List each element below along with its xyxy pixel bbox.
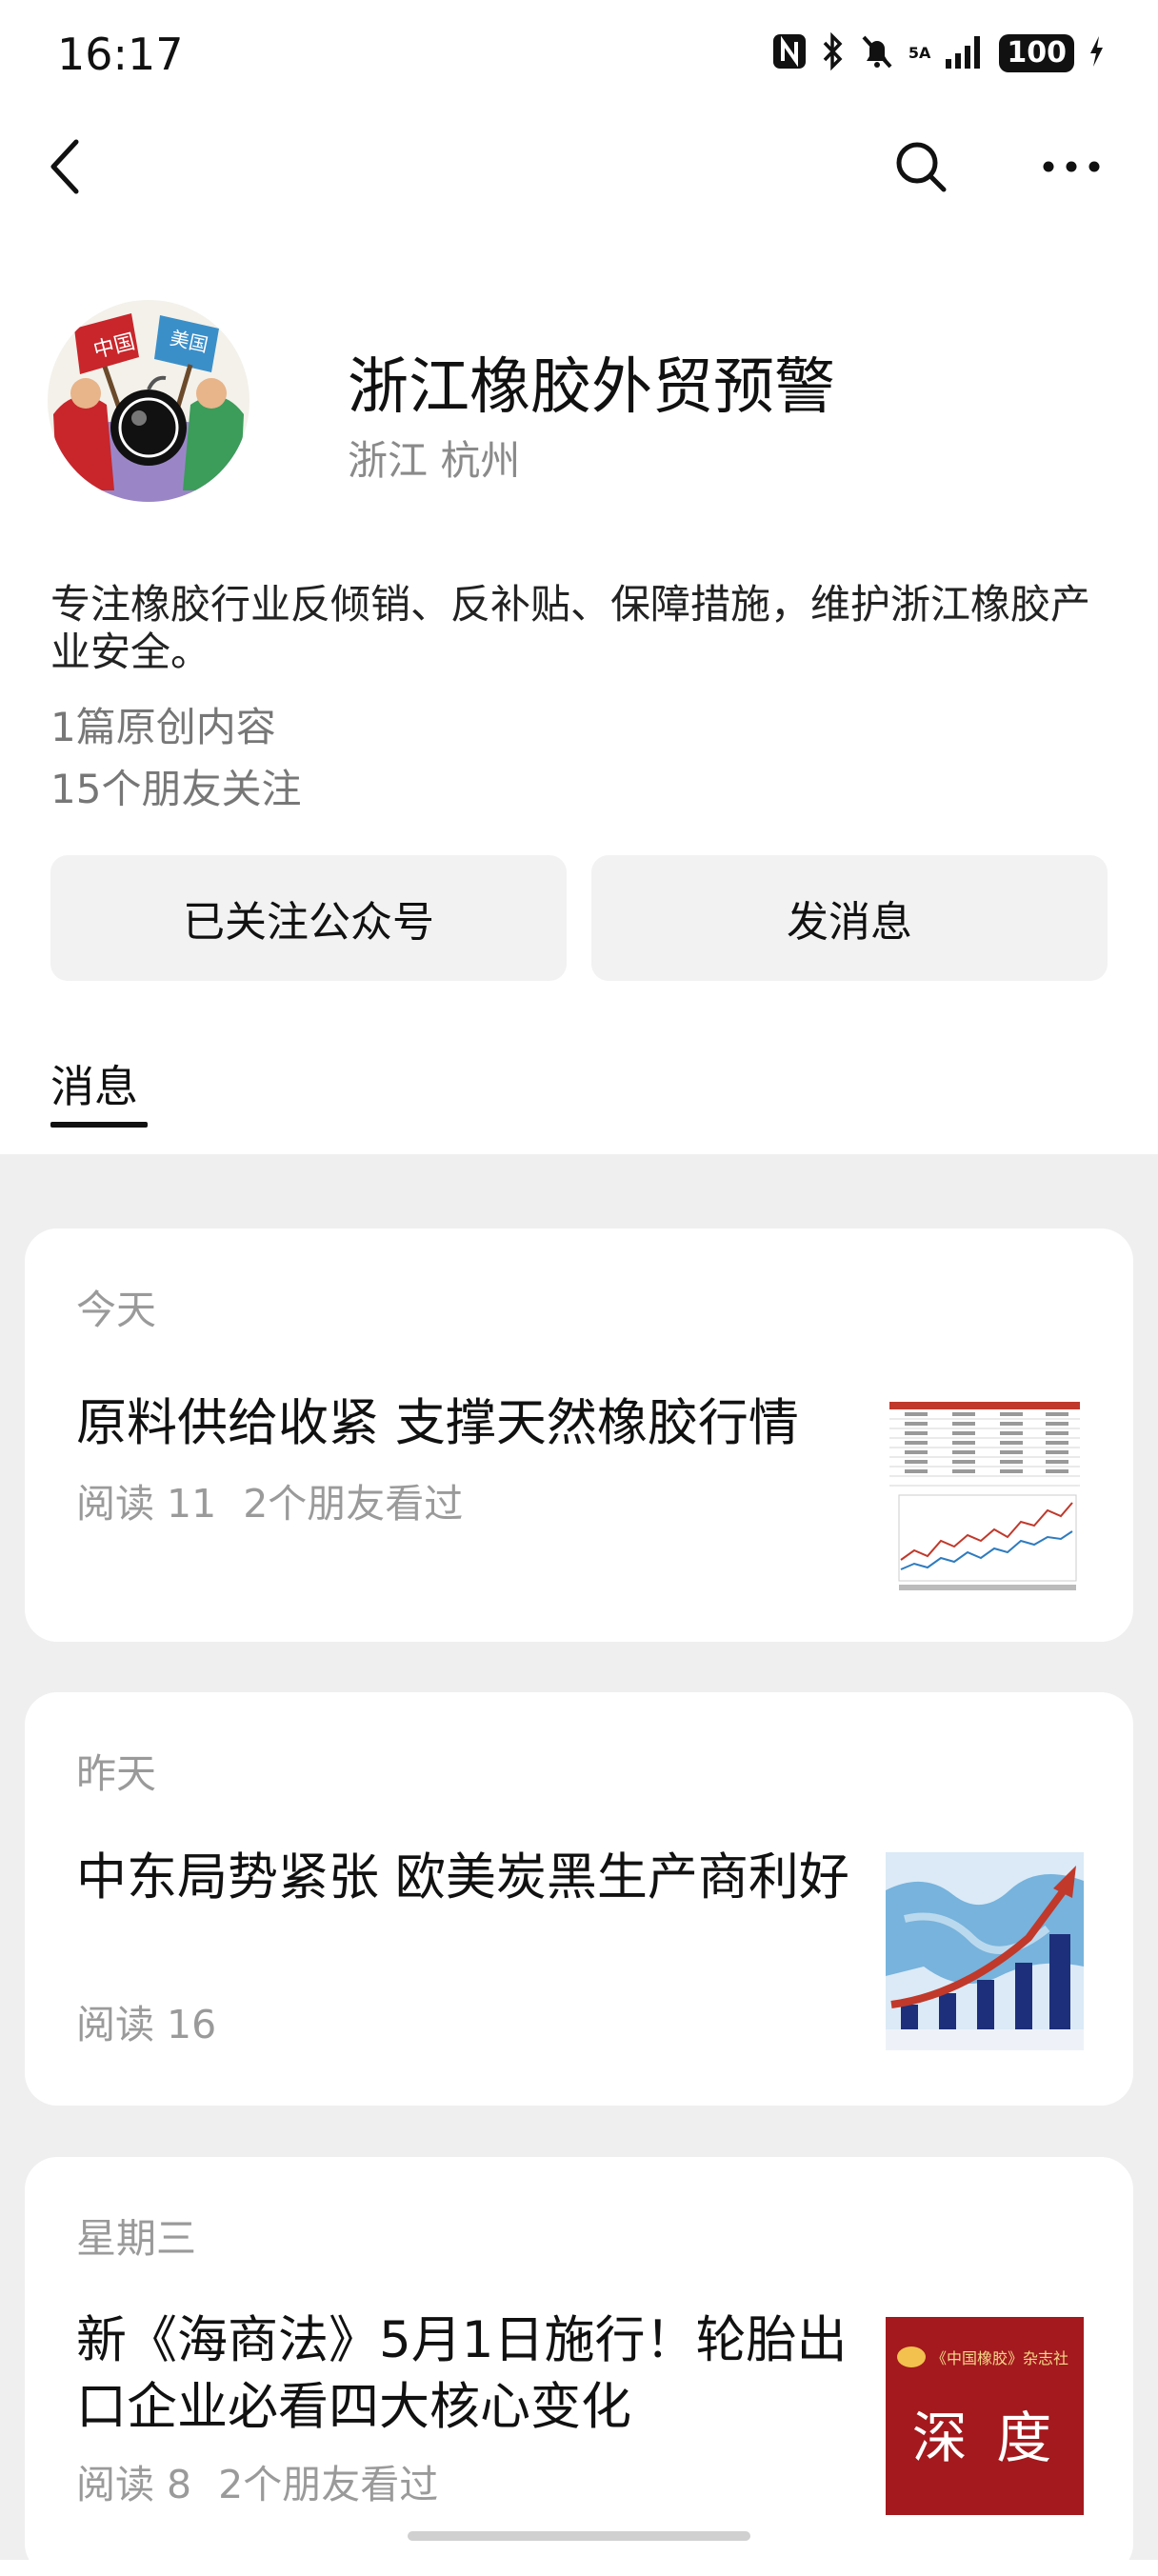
top-nav bbox=[0, 124, 1158, 219]
friends-following-count[interactable]: 15个朋友关注 bbox=[50, 757, 301, 815]
send-message-button[interactable]: 发消息 bbox=[591, 855, 1108, 981]
post-thumbnail[interactable] bbox=[886, 1852, 1084, 2050]
post-date-label: 昨天 bbox=[76, 1750, 157, 1797]
post-card[interactable]: 今天 原料供给收紧 支撑天然橡胶行情 阅读 11 2个朋友看过 bbox=[25, 1228, 1133, 1642]
status-time: 16:17 bbox=[57, 29, 184, 80]
magazine-logo-icon bbox=[897, 2346, 926, 2367]
tab-messages[interactable]: 消息 bbox=[50, 1052, 138, 1115]
nfc-icon bbox=[771, 32, 808, 74]
tab-active-indicator bbox=[50, 1122, 148, 1128]
account-header: 中国 美国 浙江橡胶外贸预警 浙江 杭州 bbox=[48, 290, 1114, 538]
bluetooth-icon bbox=[821, 31, 846, 74]
account-location: 浙江 杭州 bbox=[348, 437, 521, 484]
message-feed: 今天 原料供给收紧 支撑天然橡胶行情 阅读 11 2个朋友看过 昨天 中东局势紧… bbox=[0, 1154, 1158, 2576]
thumb-header: 《中国橡胶》杂志社 bbox=[897, 2344, 1072, 2370]
post-date-label: 星期三 bbox=[76, 2215, 197, 2262]
post-card[interactable]: 星期三 新《海商法》5月1日施行！轮胎出口企业必看四大核心变化 阅读 8 2个朋友… bbox=[25, 2157, 1133, 2576]
read-count: 阅读 16 bbox=[76, 2002, 217, 2047]
growth-bar-chart-thumbnail-icon bbox=[886, 1852, 1084, 2050]
more-dots-icon bbox=[1043, 161, 1100, 172]
post-title[interactable]: 原料供给收紧 支撑天然橡胶行情 bbox=[76, 1390, 867, 1457]
chevron-left-icon bbox=[50, 139, 79, 194]
post-stats: 阅读 16 bbox=[76, 1992, 216, 2049]
trade-war-illustration-icon: 中国 美国 bbox=[48, 300, 250, 502]
thumb-caption: 《中国橡胶》杂志社 bbox=[931, 2349, 1069, 2367]
account-description: 专注橡胶行业反倾销、反补贴、保障措施，维护浙江橡胶产业安全。 bbox=[50, 581, 1091, 675]
thumb-title-text: 深 度 bbox=[911, 2406, 1058, 2470]
search-button[interactable] bbox=[878, 124, 964, 210]
post-card[interactable]: 昨天 中东局势紧张 欧美炭黑生产商利好 阅读 16 bbox=[25, 1692, 1133, 2106]
status-bar: 16:17 5A 100 bbox=[0, 0, 1158, 110]
chart-table-thumbnail-icon bbox=[886, 1398, 1084, 1596]
account-avatar[interactable]: 中国 美国 bbox=[48, 300, 250, 502]
account-name: 浙江橡胶外贸预警 bbox=[348, 352, 835, 423]
read-count: 阅读 11 bbox=[76, 1481, 217, 1527]
network-type-label: 5A bbox=[908, 44, 931, 62]
friends-read: 2个朋友看过 bbox=[218, 2462, 439, 2507]
mute-bell-icon bbox=[859, 32, 895, 74]
post-thumbnail[interactable]: 《中国橡胶》杂志社 深 度 bbox=[886, 2317, 1084, 2515]
signal-icon bbox=[944, 32, 986, 74]
status-icons: 5A 100 bbox=[771, 31, 1105, 74]
search-icon bbox=[896, 142, 947, 192]
more-button[interactable] bbox=[1028, 124, 1114, 210]
home-indicator[interactable] bbox=[408, 2531, 750, 2541]
post-stats: 阅读 8 2个朋友看过 bbox=[76, 2452, 438, 2509]
post-title[interactable]: 中东局势紧张 欧美炭黑生产商利好 bbox=[76, 1845, 867, 1911]
post-thumbnail[interactable] bbox=[886, 1398, 1084, 1596]
post-title[interactable]: 新《海商法》5月1日施行！轮胎出口企业必看四大核心变化 bbox=[76, 2307, 867, 2441]
read-count: 阅读 8 bbox=[76, 2462, 192, 2507]
back-button[interactable] bbox=[24, 124, 110, 210]
post-stats: 阅读 11 2个朋友看过 bbox=[76, 1471, 463, 1528]
friends-read: 2个朋友看过 bbox=[243, 1481, 464, 1527]
battery-level: 100 bbox=[999, 34, 1074, 72]
original-content-count[interactable]: 1篇原创内容 bbox=[50, 695, 276, 753]
followed-account-button[interactable]: 已关注公众号 bbox=[50, 855, 567, 981]
post-date-label: 今天 bbox=[76, 1287, 157, 1333]
charging-icon bbox=[1088, 32, 1105, 74]
